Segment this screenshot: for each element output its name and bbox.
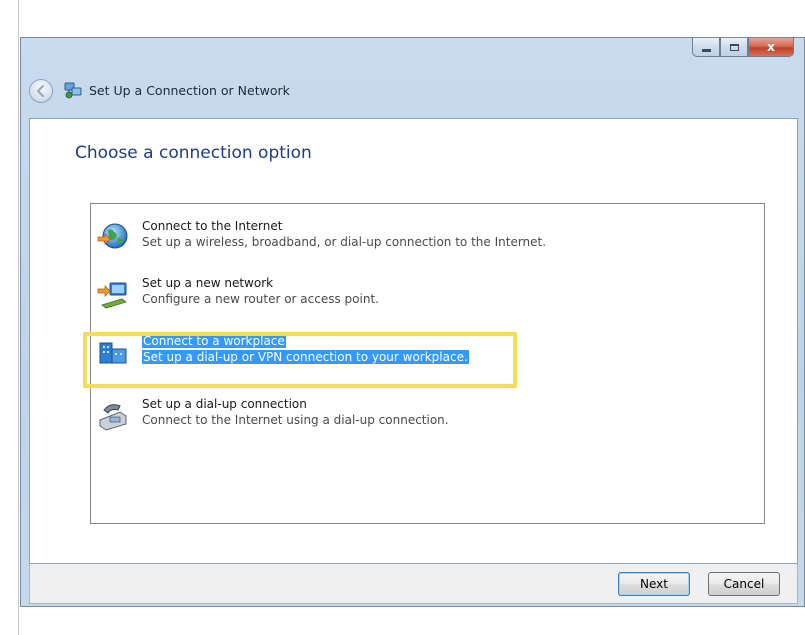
option-description: Connect to the Internet using a dial-up … — [142, 413, 449, 427]
next-button[interactable]: Next — [618, 572, 690, 596]
content-panel: Choose a connection option Connect to th… — [29, 118, 798, 564]
button-bar: Next Cancel — [29, 564, 798, 604]
back-arrow-icon — [36, 84, 45, 98]
option-title: Set up a dial-up connection — [142, 397, 307, 411]
option-description: Set up a dial-up or VPN connection to yo… — [142, 350, 469, 364]
option-connect-internet[interactable]: Connect to the Internet Set up a wireles… — [93, 218, 713, 256]
connection-options-list: Connect to the Internet Set up a wireles… — [90, 203, 765, 524]
window-title: Set Up a Connection or Network — [89, 83, 290, 98]
minimize-icon — [701, 48, 711, 52]
maximize-button[interactable] — [720, 38, 748, 57]
back-button[interactable] — [29, 79, 53, 103]
title-bar: Set Up a Connection or Network — [21, 76, 804, 108]
globe-icon — [97, 223, 128, 249]
option-description: Set up a wireless, broadband, or dial-up… — [142, 235, 547, 249]
option-new-network[interactable]: Set up a new network Configure a new rou… — [93, 275, 713, 313]
page-heading: Choose a connection option — [75, 143, 312, 163]
router-icon — [97, 282, 127, 309]
workplace-icon — [99, 342, 127, 364]
option-dial-up[interactable]: Set up a dial-up connection Connect to t… — [93, 396, 713, 434]
option-title: Connect to a workplace — [142, 334, 286, 348]
dialog-window: x Set Up a Connection or Network Choose … — [20, 37, 805, 607]
close-button[interactable]: x — [748, 38, 794, 57]
close-icon: x — [767, 40, 775, 54]
network-center-icon — [64, 82, 82, 99]
cancel-button[interactable]: Cancel — [708, 572, 780, 596]
option-title: Connect to the Internet — [142, 219, 283, 233]
option-title: Set up a new network — [142, 276, 274, 290]
option-connect-workplace[interactable]: Connect to a workplace Set up a dial-up … — [93, 333, 533, 371]
option-description: Configure a new router or access point. — [142, 292, 379, 306]
minimize-button[interactable] — [692, 38, 720, 57]
phone-icon — [99, 404, 127, 431]
caption-buttons: x — [692, 38, 794, 58]
maximize-icon — [729, 43, 739, 51]
